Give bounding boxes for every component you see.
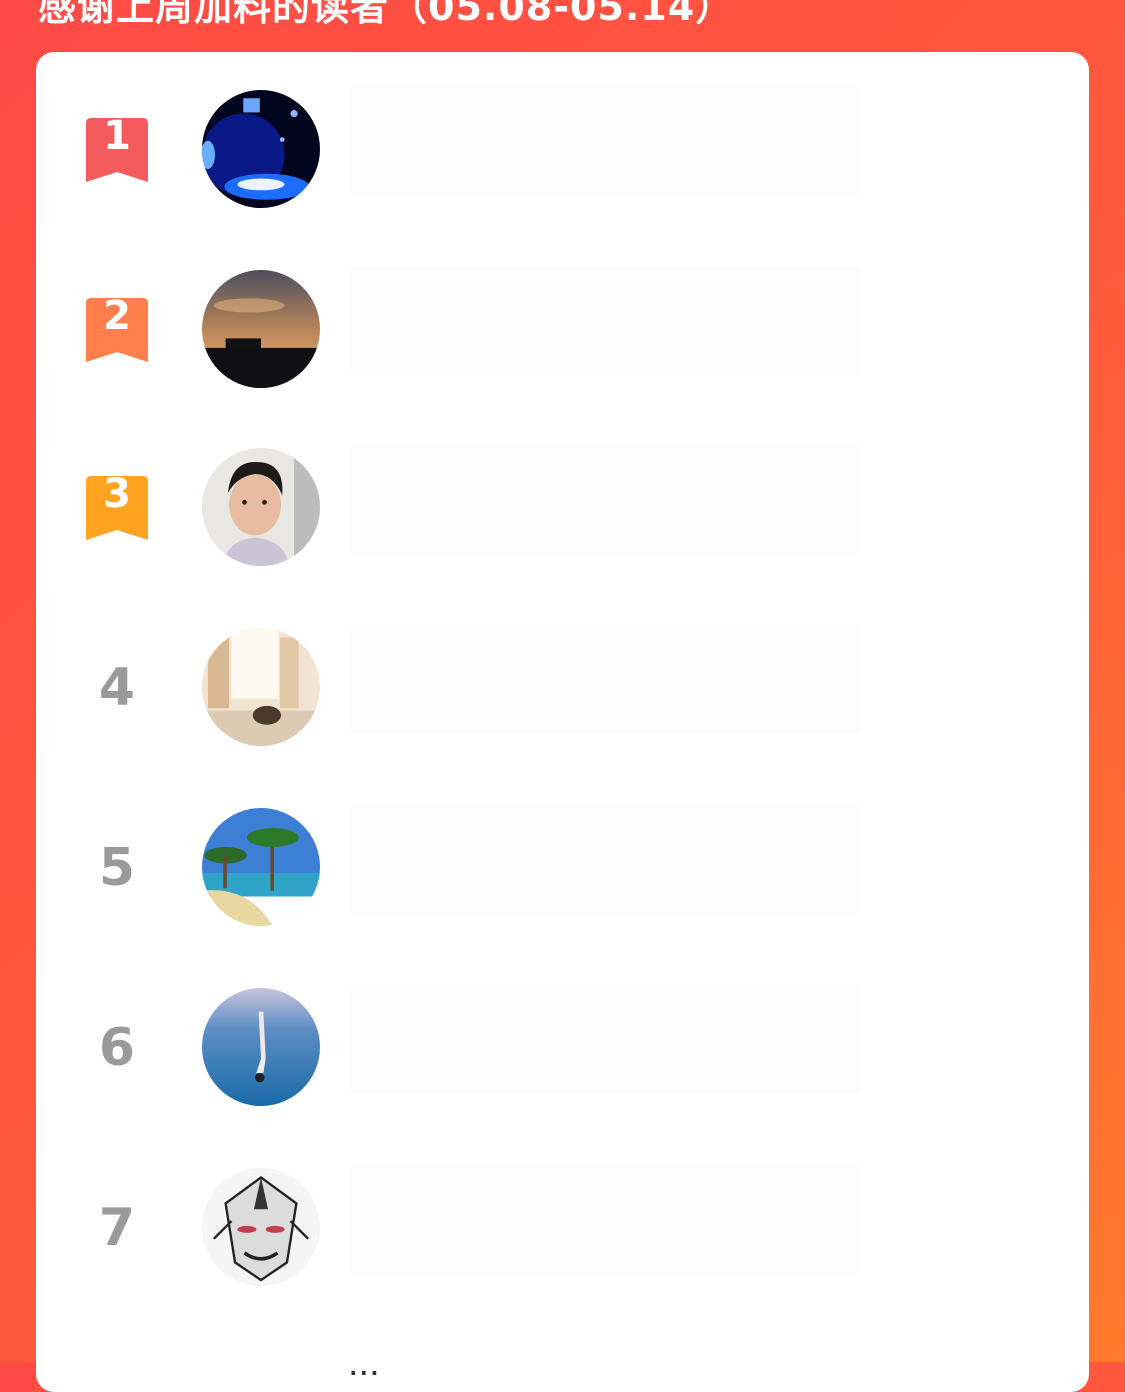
partial-next-item: ...: [348, 1342, 380, 1384]
list-item[interactable]: 1: [36, 56, 1089, 236]
rank-number: 1: [103, 113, 131, 159]
reader-name-blurred: [350, 624, 860, 734]
list-item[interactable]: 4: [36, 596, 1089, 776]
avatar[interactable]: [202, 808, 320, 926]
list-item[interactable]: 3: [36, 416, 1089, 596]
list-item[interactable]: 5: [36, 776, 1089, 956]
avatar[interactable]: [202, 1168, 320, 1286]
manga-character-icon: [202, 1168, 320, 1286]
list-item[interactable]: 2: [36, 236, 1089, 416]
list-item[interactable]: 7: [36, 1136, 1089, 1316]
reader-name-blurred: [350, 266, 860, 376]
reader-name-blurred: [350, 804, 860, 914]
reader-name-blurred: [350, 86, 860, 196]
avatar[interactable]: [202, 988, 320, 1106]
ocean-diver-icon: [202, 988, 320, 1106]
palm-beach-icon: [202, 808, 320, 926]
sunset-silhouette-icon: [202, 270, 320, 388]
person-portrait-icon: [202, 448, 320, 566]
rank-ribbon-icon: 3: [86, 471, 148, 540]
rank-ribbon-icon: 1: [86, 113, 148, 182]
avatar[interactable]: [202, 90, 320, 208]
reader-ranking-list: 1 2 3 4 5 6 7 ...: [36, 52, 1089, 1392]
avatar[interactable]: [202, 628, 320, 746]
list-item[interactable]: 6: [36, 956, 1089, 1136]
rank-number: 3: [103, 471, 131, 517]
avatar[interactable]: [202, 270, 320, 388]
reader-name-blurred: [350, 1164, 860, 1274]
reader-name-blurred: [350, 984, 860, 1094]
rank-number: 6: [98, 1018, 136, 1078]
rank-number: 5: [98, 838, 136, 898]
bright-room-icon: [202, 628, 320, 746]
avatar[interactable]: [202, 448, 320, 566]
reader-name-blurred: [350, 444, 860, 554]
rank-ribbon-icon: 2: [86, 293, 148, 362]
page-title: 感谢上周加料的读者（05.08-05.14）: [38, 0, 735, 29]
rank-number: 4: [98, 658, 136, 718]
blue-night-scene-icon: [202, 90, 320, 208]
rank-number: 7: [98, 1198, 136, 1258]
rank-number: 2: [103, 293, 131, 339]
